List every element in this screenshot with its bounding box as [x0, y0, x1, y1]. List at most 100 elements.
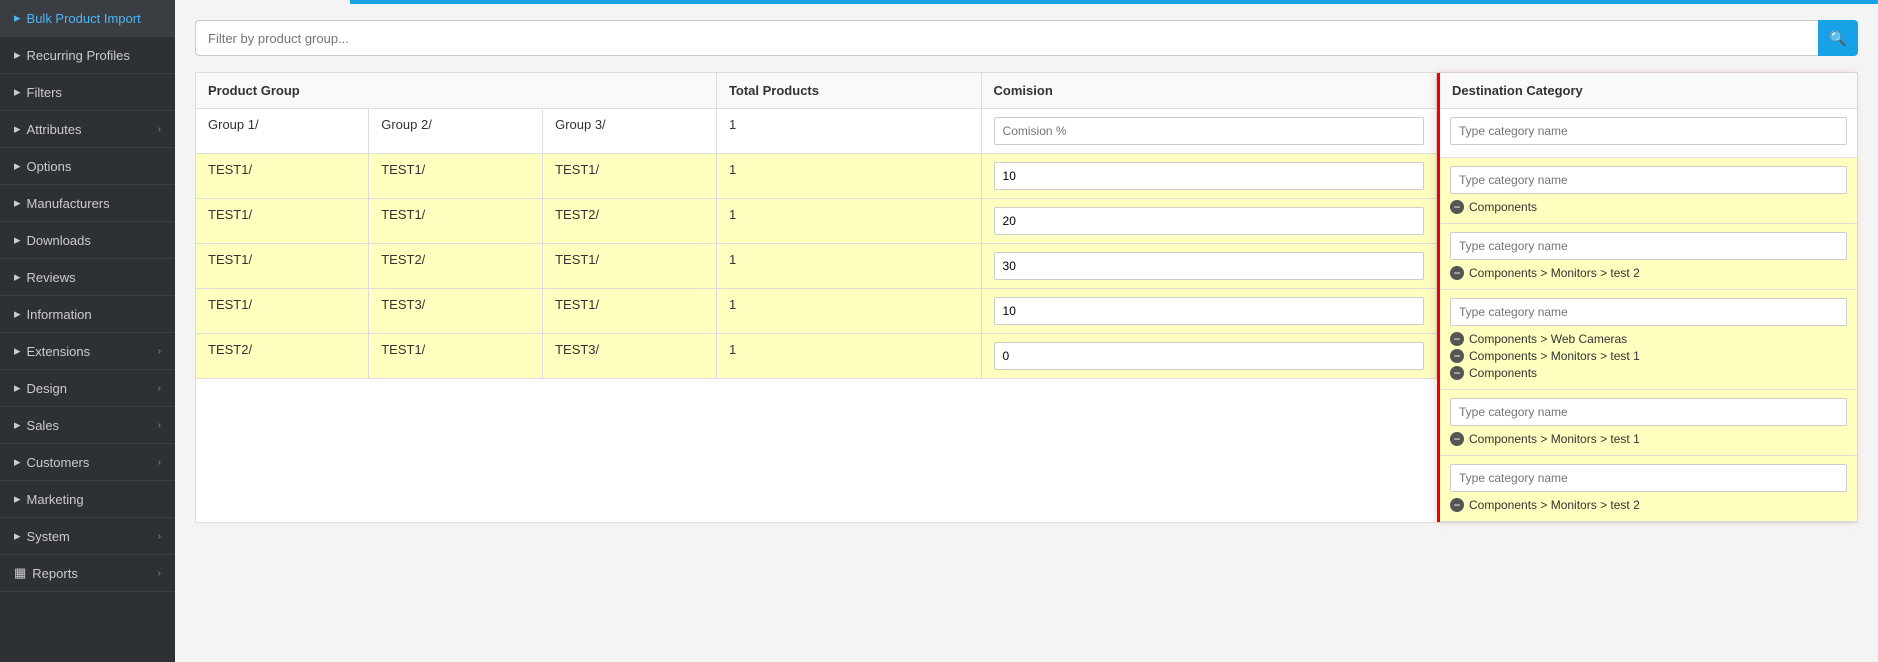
- remove-tag-button-3-0[interactable]: −: [1450, 332, 1464, 346]
- search-icon: 🔍: [1829, 30, 1846, 47]
- sidebar-icon-downloads: ▸: [14, 232, 21, 248]
- sidebar-item-recurring-profiles[interactable]: ▸ Recurring Profiles: [0, 37, 175, 74]
- dest-tag-3-0: −Components > Web Cameras: [1450, 332, 1847, 346]
- main-content: 🔍 Product Group Total Products Comision …: [175, 0, 1878, 662]
- dest-row-4: −Components > Monitors > test 1: [1440, 390, 1857, 456]
- dest-input-2[interactable]: [1450, 232, 1847, 260]
- group-cell-4-2: TEST1/: [543, 289, 717, 334]
- table-row: Group 1/Group 2/Group 3/1: [196, 109, 1437, 154]
- dest-rows-container: −Components−Components > Monitors > test…: [1440, 109, 1857, 522]
- group-cell-3-2: TEST1/: [543, 244, 717, 289]
- dest-tags-list-2: −Components > Monitors > test 2: [1450, 264, 1847, 281]
- sidebar-item-options[interactable]: ▸Options: [0, 148, 175, 185]
- dest-input-0[interactable]: [1450, 117, 1847, 145]
- sidebar-label-recurring-profiles: Recurring Profiles: [27, 48, 130, 63]
- sidebar: ▸Bulk Product Import▸Recurring Profiles▸…: [0, 0, 175, 662]
- dest-input-1[interactable]: [1450, 166, 1847, 194]
- commission-input-1[interactable]: [994, 162, 1424, 190]
- sidebar-item-filters[interactable]: ▸Filters: [0, 74, 175, 111]
- remove-tag-button-3-2[interactable]: −: [1450, 366, 1464, 380]
- sidebar-item-sales[interactable]: ▸Sales›: [0, 407, 175, 444]
- sidebar-icon-recurring-profiles: ▸: [14, 47, 21, 63]
- sidebar-item-extensions[interactable]: ▸Extensions›: [0, 333, 175, 370]
- group-cell-2-0: TEST1/: [196, 199, 369, 244]
- group-cell-3-0: TEST1/: [196, 244, 369, 289]
- dest-tag-4-0: −Components > Monitors > test 1: [1450, 432, 1847, 446]
- sidebar-item-customers[interactable]: ▸Customers›: [0, 444, 175, 481]
- dest-tag-label-1-0: Components: [1469, 200, 1537, 214]
- table-row: TEST2/TEST1/TEST3/1: [196, 334, 1437, 379]
- dest-input-4[interactable]: [1450, 398, 1847, 426]
- dest-tag-1-0: −Components: [1450, 200, 1847, 214]
- sidebar-item-system[interactable]: ▸System›: [0, 518, 175, 555]
- dest-tag-3-2: −Components: [1450, 366, 1847, 380]
- group-cell-2-2: TEST2/: [543, 199, 717, 244]
- sidebar-label-downloads: Downloads: [27, 233, 91, 248]
- sidebar-item-information[interactable]: ▸Information: [0, 296, 175, 333]
- sidebar-label-sales: Sales: [27, 418, 60, 433]
- sidebar-icon-attributes: ▸: [14, 121, 21, 137]
- sidebar-label-marketing: Marketing: [27, 492, 84, 507]
- dest-tag-label-4-0: Components > Monitors > test 1: [1469, 432, 1640, 446]
- sidebar-item-marketing[interactable]: ▸ Marketing: [0, 481, 175, 518]
- dest-tag-label-3-1: Components > Monitors > test 1: [1469, 349, 1640, 363]
- commission-input-3[interactable]: [994, 252, 1424, 280]
- commission-input-2[interactable]: [994, 207, 1424, 235]
- dest-row-0: [1440, 109, 1857, 158]
- destination-category-panel: Destination Category −Components−Compone…: [1437, 73, 1857, 522]
- dest-row-2: −Components > Monitors > test 2: [1440, 224, 1857, 290]
- sidebar-label-reports: Reports: [32, 566, 78, 581]
- sidebar-item-manufacturers[interactable]: ▸Manufacturers: [0, 185, 175, 222]
- dest-tag-label-5-0: Components > Monitors > test 2: [1469, 498, 1640, 512]
- sidebar-item-reviews[interactable]: ▸Reviews: [0, 259, 175, 296]
- table-wrapper: Product Group Total Products Comision Gr…: [195, 72, 1858, 523]
- search-input[interactable]: [195, 20, 1818, 56]
- table-row: TEST1/TEST2/TEST1/1: [196, 244, 1437, 289]
- sidebar-icon-extensions: ▸: [14, 343, 21, 359]
- group-cell-5-0: TEST2/: [196, 334, 369, 379]
- sidebar-icon-marketing: ▸: [14, 491, 21, 507]
- commission-cell-5: [981, 334, 1436, 379]
- sidebar-label-attributes: Attributes: [27, 122, 82, 137]
- remove-tag-button-3-1[interactable]: −: [1450, 349, 1464, 363]
- table-row: TEST1/TEST3/TEST1/1: [196, 289, 1437, 334]
- group-cell-0-1: Group 2/: [369, 109, 543, 154]
- sidebar-arrow-customers: ›: [158, 457, 161, 468]
- dest-tags-list-4: −Components > Monitors > test 1: [1450, 430, 1847, 447]
- sidebar-label-reviews: Reviews: [27, 270, 76, 285]
- dest-input-5[interactable]: [1450, 464, 1847, 492]
- group-cell-2-1: TEST1/: [369, 199, 543, 244]
- remove-tag-button-5-0[interactable]: −: [1450, 498, 1464, 512]
- commission-cell-2: [981, 199, 1436, 244]
- table-row: TEST1/TEST1/TEST2/1: [196, 199, 1437, 244]
- sidebar-label-design: Design: [27, 381, 67, 396]
- table-left: Product Group Total Products Comision Gr…: [196, 73, 1437, 522]
- sidebar-label-extensions: Extensions: [27, 344, 91, 359]
- remove-tag-button-4-0[interactable]: −: [1450, 432, 1464, 446]
- dest-tag-3-1: −Components > Monitors > test 1: [1450, 349, 1847, 363]
- sidebar-label-customers: Customers: [27, 455, 90, 470]
- search-row: 🔍: [195, 20, 1858, 56]
- remove-tag-button-1-0[interactable]: −: [1450, 200, 1464, 214]
- dest-input-3[interactable]: [1450, 298, 1847, 326]
- sidebar-label-options: Options: [27, 159, 72, 174]
- sidebar-item-reports[interactable]: ▦Reports›: [0, 555, 175, 592]
- sidebar-item-bulk-product-import[interactable]: ▸Bulk Product Import: [0, 0, 175, 37]
- sidebar-arrow-design: ›: [158, 383, 161, 394]
- sidebar-item-attributes[interactable]: ▸Attributes›: [0, 111, 175, 148]
- sidebar-label-filters: Filters: [27, 85, 62, 100]
- col-total-products: Total Products: [716, 73, 981, 109]
- dest-tags-list-5: −Components > Monitors > test 2: [1450, 496, 1847, 513]
- commission-input-0[interactable]: [994, 117, 1424, 145]
- sidebar-item-downloads[interactable]: ▸ Downloads: [0, 222, 175, 259]
- search-button[interactable]: 🔍: [1818, 20, 1858, 56]
- sidebar-item-design[interactable]: ▸Design›: [0, 370, 175, 407]
- commission-input-4[interactable]: [994, 297, 1424, 325]
- dest-row-3: −Components > Web Cameras−Components > M…: [1440, 290, 1857, 390]
- commission-input-5[interactable]: [994, 342, 1424, 370]
- content-area: 🔍 Product Group Total Products Comision …: [175, 0, 1878, 662]
- dest-tags-list-3: −Components > Web Cameras−Components > M…: [1450, 330, 1847, 381]
- dest-tag-2-0: −Components > Monitors > test 2: [1450, 266, 1847, 280]
- remove-tag-button-2-0[interactable]: −: [1450, 266, 1464, 280]
- sidebar-icon-sales: ▸: [14, 417, 21, 433]
